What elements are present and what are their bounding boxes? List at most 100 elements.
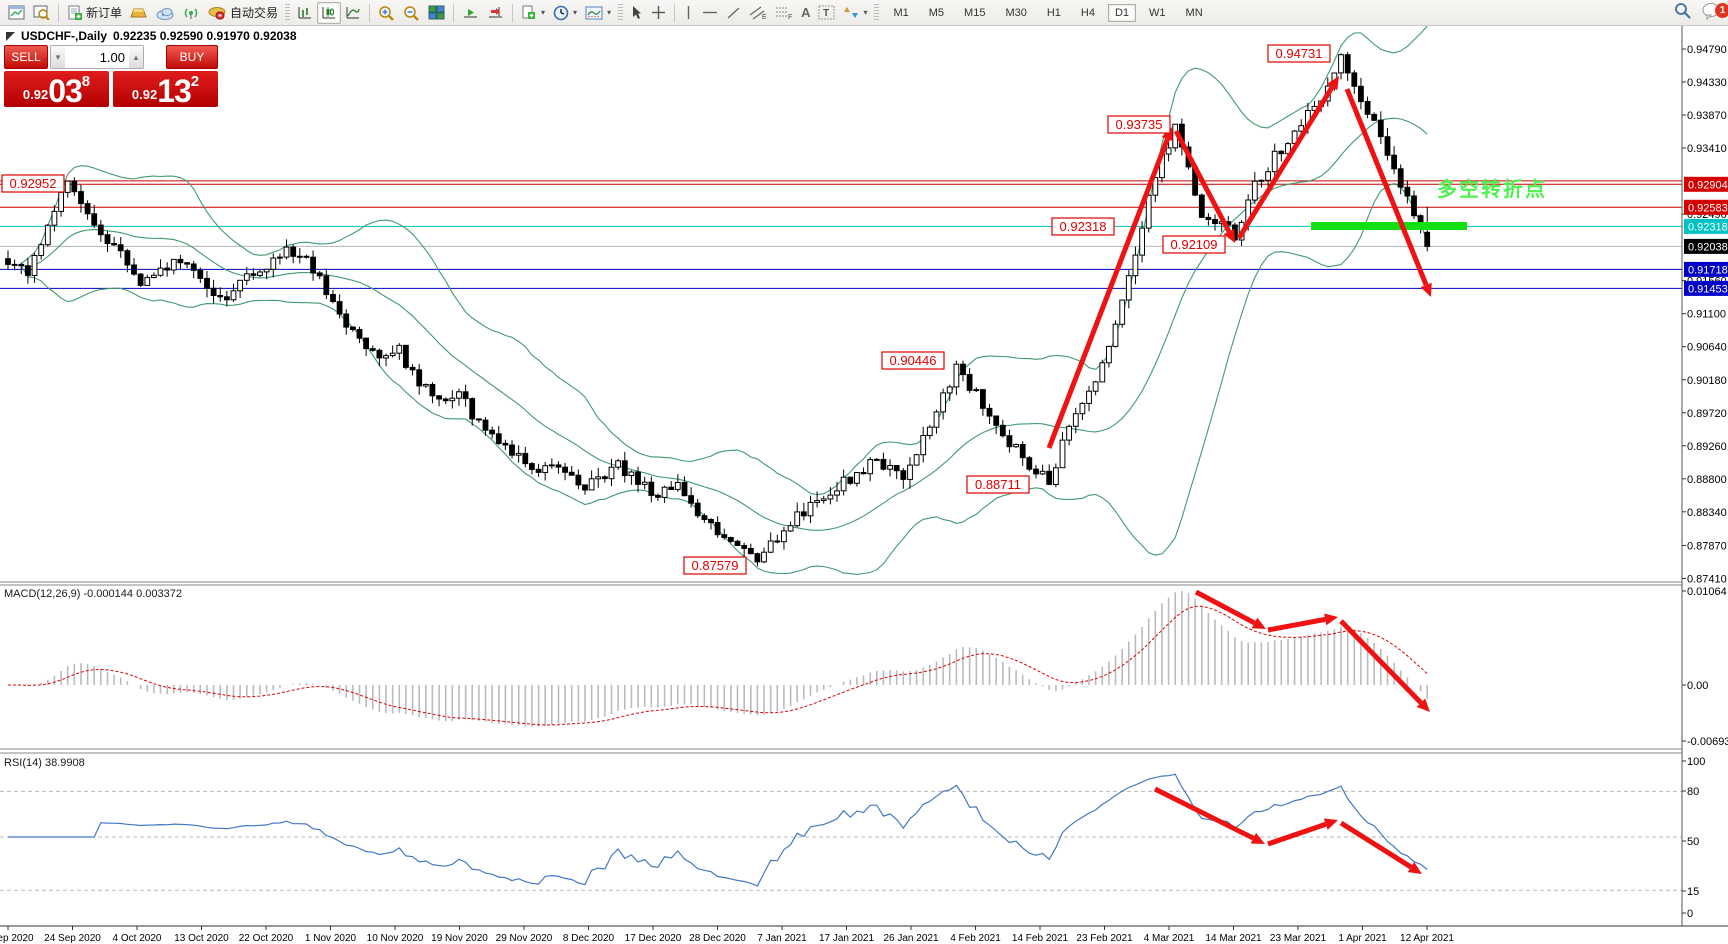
svg-text:80: 80 — [1687, 786, 1699, 798]
volume-input[interactable] — [65, 46, 129, 68]
timeframe-h4[interactable]: H4 — [1074, 4, 1102, 22]
trendline-button[interactable] — [722, 2, 745, 24]
volume-increase-button[interactable]: ▲ — [129, 46, 143, 68]
new-chart-button[interactable] — [4, 2, 29, 24]
text-label-button[interactable]: T — [814, 2, 839, 24]
svg-text:23 Mar 2021: 23 Mar 2021 — [1270, 933, 1327, 944]
chart-canvas[interactable]: 0.947900.943300.938700.934100.924900.915… — [0, 0, 1728, 944]
svg-text:F: F — [788, 14, 792, 20]
svg-text:0.92318: 0.92318 — [1060, 219, 1107, 234]
svg-text:0.89720: 0.89720 — [1687, 408, 1727, 420]
svg-text:28 Dec 2020: 28 Dec 2020 — [689, 933, 746, 944]
svg-text:10 Nov 2020: 10 Nov 2020 — [367, 933, 424, 944]
auto-trading-icon — [208, 5, 227, 20]
zoom-out-button[interactable] — [399, 2, 424, 24]
period-button[interactable]: ▾ — [549, 2, 581, 24]
svg-text:4 Oct 2020: 4 Oct 2020 — [113, 933, 162, 944]
svg-text:0.87870: 0.87870 — [1687, 541, 1727, 553]
one-click-trading-panel: SELL ▼ ▲ BUY 0.92 03 8 0.92 13 2 — [4, 45, 218, 107]
signals-button[interactable] — [179, 2, 204, 24]
candle-chart-button[interactable] — [317, 2, 341, 24]
svg-text:0.90180: 0.90180 — [1687, 375, 1727, 387]
cursor-button[interactable] — [626, 2, 647, 24]
chart-title: USDCHF-,Daily 0.92235 0.92590 0.91970 0.… — [6, 29, 297, 43]
svg-text:26 Jan 2021: 26 Jan 2021 — [883, 933, 938, 944]
svg-text:13 Oct 2020: 13 Oct 2020 — [174, 933, 229, 944]
equidistant-channel-button[interactable]: E — [745, 2, 771, 24]
chart-shift-button[interactable] — [483, 2, 508, 24]
templates-button[interactable]: ▾ — [517, 2, 549, 24]
svg-text:14 Mar 2021: 14 Mar 2021 — [1205, 933, 1262, 944]
svg-text:-0.006934: -0.006934 — [1687, 736, 1728, 748]
svg-text:22 Oct 2020: 22 Oct 2020 — [239, 933, 294, 944]
timeframe-m15[interactable]: M15 — [957, 4, 992, 22]
vertical-line-button[interactable] — [679, 2, 698, 24]
sell-price-sup: 8 — [82, 73, 90, 90]
sell-price-small: 0.92 — [23, 87, 48, 102]
text-button[interactable]: A — [797, 2, 814, 24]
timeframe-w1[interactable]: W1 — [1142, 4, 1173, 22]
fibonacci-button[interactable]: F — [771, 2, 797, 24]
timeframe-h1[interactable]: H1 — [1040, 4, 1068, 22]
gold-button[interactable] — [126, 2, 152, 24]
line-chart-button[interactable] — [341, 2, 365, 24]
svg-text:7 Jan 2021: 7 Jan 2021 — [757, 933, 807, 944]
window-icon — [6, 32, 15, 41]
svg-text:0.89260: 0.89260 — [1687, 441, 1727, 453]
svg-text:14 Feb 2021: 14 Feb 2021 — [1012, 933, 1069, 944]
profiles-button[interactable] — [29, 2, 54, 24]
svg-text:0.01064: 0.01064 — [1687, 586, 1727, 598]
timeframe-d1[interactable]: D1 — [1108, 4, 1136, 22]
volume-decrease-button[interactable]: ▼ — [51, 46, 65, 68]
svg-text:100: 100 — [1687, 756, 1705, 768]
svg-text:0.88340: 0.88340 — [1687, 507, 1727, 519]
horizontal-line-button[interactable] — [698, 2, 722, 24]
timeframe-toolbar: M1 M5 M15 M30 H1 H4 D1 W1 MN — [886, 4, 1209, 22]
search-icon[interactable] — [1674, 2, 1692, 25]
svg-text:0.92109: 0.92109 — [1171, 237, 1218, 252]
green-support-bar[interactable] — [1311, 222, 1467, 230]
buy-button[interactable]: BUY — [166, 45, 218, 69]
svg-text:17 Jan 2021: 17 Jan 2021 — [819, 933, 874, 944]
sell-price-panel[interactable]: 0.92 03 8 — [4, 71, 109, 107]
timeframe-m1[interactable]: M1 — [886, 4, 915, 22]
svg-text:0.93870: 0.93870 — [1687, 110, 1727, 122]
svg-text:0.88800: 0.88800 — [1687, 474, 1727, 486]
timeframe-m5[interactable]: M5 — [922, 4, 951, 22]
notifications-button[interactable]: 1 — [1702, 2, 1722, 25]
cloud-button[interactable] — [152, 2, 179, 24]
buy-price-panel[interactable]: 0.92 13 2 — [113, 71, 218, 107]
turning-point-text[interactable]: 多空转折点 — [1437, 177, 1547, 201]
crosshair-button[interactable] — [647, 2, 670, 24]
buy-price-sup: 2 — [191, 73, 199, 90]
zoom-in-button[interactable] — [374, 2, 399, 24]
svg-text:17 Dec 2020: 17 Dec 2020 — [625, 933, 682, 944]
timeframe-m30[interactable]: M30 — [998, 4, 1033, 22]
buy-price-big: 13 — [157, 76, 191, 106]
svg-text:15: 15 — [1687, 886, 1699, 898]
svg-text:19 Nov 2020: 19 Nov 2020 — [431, 933, 488, 944]
svg-text:0.92904: 0.92904 — [1688, 179, 1728, 191]
volume-stepper: ▼ ▲ — [50, 45, 144, 69]
svg-text:0.92583: 0.92583 — [1688, 202, 1728, 214]
bar-chart-button[interactable] — [293, 2, 317, 24]
arrows-button[interactable]: ▾ — [839, 2, 871, 24]
tile-windows-button[interactable] — [424, 2, 449, 24]
svg-text:5 Sep 2020: 5 Sep 2020 — [0, 933, 34, 944]
svg-text:4 Mar 2021: 4 Mar 2021 — [1144, 933, 1195, 944]
svg-text:E: E — [762, 14, 767, 20]
svg-text:0.91453: 0.91453 — [1688, 283, 1728, 295]
svg-text:0.94731: 0.94731 — [1276, 46, 1323, 61]
indicators-button[interactable]: ▾ — [581, 2, 615, 24]
auto-trading-button[interactable]: 自动交易 — [204, 2, 282, 24]
timeframe-mn[interactable]: MN — [1179, 4, 1210, 22]
svg-text:4 Feb 2021: 4 Feb 2021 — [950, 933, 1001, 944]
svg-text:23 Feb 2021: 23 Feb 2021 — [1076, 933, 1133, 944]
new-order-button[interactable]: 新订单 — [63, 2, 126, 24]
svg-text:0.00: 0.00 — [1687, 680, 1708, 692]
sell-button[interactable]: SELL — [4, 45, 48, 69]
svg-text:8 Dec 2020: 8 Dec 2020 — [563, 933, 615, 944]
svg-text:24 Sep 2020: 24 Sep 2020 — [44, 933, 101, 944]
auto-scroll-button[interactable] — [458, 2, 483, 24]
symbol-period: USDCHF-,Daily — [21, 29, 107, 43]
